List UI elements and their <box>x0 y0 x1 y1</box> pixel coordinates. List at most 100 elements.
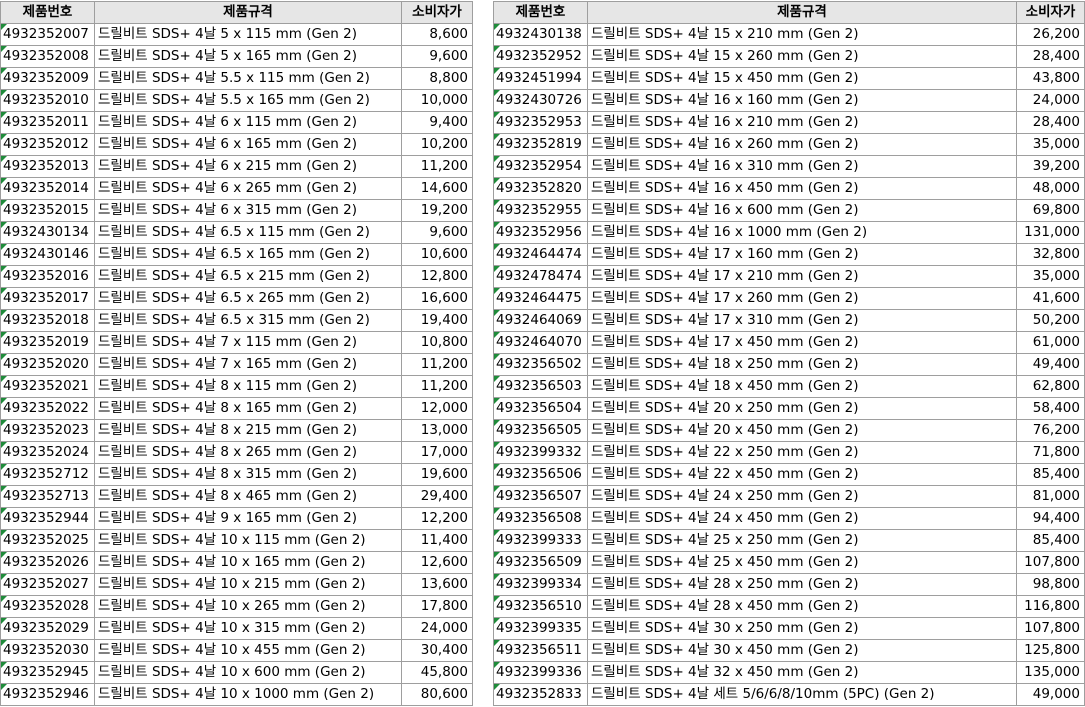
price-cell[interactable]: 11,200 <box>401 375 473 398</box>
product-spec-cell[interactable]: 드릴비트 SDS+ 4날 28 x 250 mm (Gen 2) <box>586 573 1018 596</box>
product-code-cell[interactable]: 4932356504 <box>493 397 588 420</box>
product-spec-cell[interactable]: 드릴비트 SDS+ 4날 6.5 x 165 mm (Gen 2) <box>94 243 402 266</box>
price-cell[interactable]: 80,600 <box>401 683 473 706</box>
product-code-cell[interactable]: 4932352713 <box>0 485 95 508</box>
price-cell[interactable]: 26,200 <box>1016 23 1085 46</box>
price-cell[interactable]: 49,000 <box>1016 683 1085 706</box>
product-spec-cell[interactable]: 드릴비트 SDS+ 4날 25 x 250 mm (Gen 2) <box>586 529 1018 552</box>
product-code-cell[interactable]: 4932430726 <box>493 89 588 112</box>
product-spec-cell[interactable]: 드릴비트 SDS+ 4날 20 x 450 mm (Gen 2) <box>586 419 1018 442</box>
product-spec-cell[interactable]: 드릴비트 SDS+ 4날 30 x 450 mm (Gen 2) <box>586 639 1018 662</box>
price-cell[interactable]: 61,000 <box>1016 331 1085 354</box>
product-spec-cell[interactable]: 드릴비트 SDS+ 4날 15 x 260 mm (Gen 2) <box>586 45 1018 68</box>
product-spec-cell[interactable]: 드릴비트 SDS+ 4날 16 x 600 mm (Gen 2) <box>586 199 1018 222</box>
product-code-cell[interactable]: 4932399335 <box>493 617 588 640</box>
product-spec-cell[interactable]: 드릴비트 SDS+ 4날 10 x 115 mm (Gen 2) <box>94 529 402 552</box>
product-code-cell[interactable]: 4932352029 <box>0 617 95 640</box>
price-cell[interactable]: 50,200 <box>1016 309 1085 332</box>
product-spec-cell[interactable]: 드릴비트 SDS+ 4날 8 x 115 mm (Gen 2) <box>94 375 402 398</box>
product-code-cell[interactable]: 4932352028 <box>0 595 95 618</box>
price-cell[interactable]: 76,200 <box>1016 419 1085 442</box>
price-cell[interactable]: 29,400 <box>401 485 473 508</box>
price-cell[interactable]: 14,600 <box>401 177 473 200</box>
header-code[interactable]: 제품번호 <box>493 1 588 24</box>
product-code-cell[interactable]: 4932399336 <box>493 661 588 684</box>
price-cell[interactable]: 48,000 <box>1016 177 1085 200</box>
product-spec-cell[interactable]: 드릴비트 SDS+ 4날 8 x 165 mm (Gen 2) <box>94 397 402 420</box>
product-spec-cell[interactable]: 드릴비트 SDS+ 4날 7 x 165 mm (Gen 2) <box>94 353 402 376</box>
price-cell[interactable]: 10,000 <box>401 89 473 112</box>
product-code-cell[interactable]: 4932356509 <box>493 551 588 574</box>
product-code-cell[interactable]: 4932352946 <box>0 683 95 706</box>
price-cell[interactable]: 9,600 <box>401 45 473 68</box>
product-code-cell[interactable]: 4932356507 <box>493 485 588 508</box>
header-code[interactable]: 제품번호 <box>0 1 95 24</box>
price-cell[interactable]: 125,800 <box>1016 639 1085 662</box>
price-cell[interactable]: 58,400 <box>1016 397 1085 420</box>
price-cell[interactable]: 17,800 <box>401 595 473 618</box>
price-cell[interactable]: 41,600 <box>1016 287 1085 310</box>
product-spec-cell[interactable]: 드릴비트 SDS+ 4날 18 x 250 mm (Gen 2) <box>586 353 1018 376</box>
product-code-cell[interactable]: 4932356510 <box>493 595 588 618</box>
product-code-cell[interactable]: 4932430146 <box>0 243 95 266</box>
product-code-cell[interactable]: 4932352952 <box>493 45 588 68</box>
product-code-cell[interactable]: 4932352020 <box>0 353 95 376</box>
price-cell[interactable]: 24,000 <box>401 617 473 640</box>
price-cell[interactable]: 135,000 <box>1016 661 1085 684</box>
price-cell[interactable]: 49,400 <box>1016 353 1085 376</box>
product-spec-cell[interactable]: 드릴비트 SDS+ 4날 10 x 165 mm (Gen 2) <box>94 551 402 574</box>
price-cell[interactable]: 28,400 <box>1016 45 1085 68</box>
price-cell[interactable]: 16,600 <box>401 287 473 310</box>
product-spec-cell[interactable]: 드릴비트 SDS+ 4날 25 x 450 mm (Gen 2) <box>586 551 1018 574</box>
price-cell[interactable]: 8,800 <box>401 67 473 90</box>
product-code-cell[interactable]: 4932352009 <box>0 67 95 90</box>
product-code-cell[interactable]: 4932352023 <box>0 419 95 442</box>
product-code-cell[interactable]: 4932464069 <box>493 309 588 332</box>
product-spec-cell[interactable]: 드릴비트 SDS+ 4날 6 x 165 mm (Gen 2) <box>94 133 402 156</box>
product-code-cell[interactable]: 4932352021 <box>0 375 95 398</box>
product-code-cell[interactable]: 4932352833 <box>493 683 588 706</box>
product-code-cell[interactable]: 4932356505 <box>493 419 588 442</box>
product-spec-cell[interactable]: 드릴비트 SDS+ 4날 17 x 260 mm (Gen 2) <box>586 287 1018 310</box>
product-spec-cell[interactable]: 드릴비트 SDS+ 4날 16 x 450 mm (Gen 2) <box>586 177 1018 200</box>
price-cell[interactable]: 98,800 <box>1016 573 1085 596</box>
price-cell[interactable]: 45,800 <box>401 661 473 684</box>
product-code-cell[interactable]: 4932356506 <box>493 463 588 486</box>
product-spec-cell[interactable]: 드릴비트 SDS+ 4날 6.5 x 315 mm (Gen 2) <box>94 309 402 332</box>
price-cell[interactable]: 8,600 <box>401 23 473 46</box>
product-spec-cell[interactable]: 드릴비트 SDS+ 4날 28 x 450 mm (Gen 2) <box>586 595 1018 618</box>
product-code-cell[interactable]: 4932352017 <box>0 287 95 310</box>
product-code-cell[interactable]: 4932352024 <box>0 441 95 464</box>
product-code-cell[interactable]: 4932356508 <box>493 507 588 530</box>
product-spec-cell[interactable]: 드릴비트 SDS+ 4날 6.5 x 215 mm (Gen 2) <box>94 265 402 288</box>
product-spec-cell[interactable]: 드릴비트 SDS+ 4날 8 x 215 mm (Gen 2) <box>94 419 402 442</box>
header-spec[interactable]: 제품규격 <box>586 1 1018 24</box>
product-spec-cell[interactable]: 드릴비트 SDS+ 4날 24 x 450 mm (Gen 2) <box>586 507 1018 530</box>
price-cell[interactable]: 9,600 <box>401 221 473 244</box>
product-spec-cell[interactable]: 드릴비트 SDS+ 4날 20 x 250 mm (Gen 2) <box>586 397 1018 420</box>
price-cell[interactable]: 62,800 <box>1016 375 1085 398</box>
product-code-cell[interactable]: 4932356503 <box>493 375 588 398</box>
product-spec-cell[interactable]: 드릴비트 SDS+ 4날 17 x 450 mm (Gen 2) <box>586 331 1018 354</box>
price-cell[interactable]: 10,600 <box>401 243 473 266</box>
product-code-cell[interactable]: 4932352819 <box>493 133 588 156</box>
price-cell[interactable]: 32,800 <box>1016 243 1085 266</box>
product-spec-cell[interactable]: 드릴비트 SDS+ 4날 7 x 115 mm (Gen 2) <box>94 331 402 354</box>
product-code-cell[interactable]: 4932352022 <box>0 397 95 420</box>
product-spec-cell[interactable]: 드릴비트 SDS+ 4날 16 x 310 mm (Gen 2) <box>586 155 1018 178</box>
price-cell[interactable]: 12,000 <box>401 397 473 420</box>
price-cell[interactable]: 12,600 <box>401 551 473 574</box>
product-spec-cell[interactable]: 드릴비트 SDS+ 4날 6.5 x 115 mm (Gen 2) <box>94 221 402 244</box>
product-code-cell[interactable]: 4932352712 <box>0 463 95 486</box>
price-cell[interactable]: 13,600 <box>401 573 473 596</box>
product-spec-cell[interactable]: 드릴비트 SDS+ 4날 17 x 160 mm (Gen 2) <box>586 243 1018 266</box>
price-cell[interactable]: 12,800 <box>401 265 473 288</box>
product-code-cell[interactable]: 4932352027 <box>0 573 95 596</box>
product-code-cell[interactable]: 4932352955 <box>493 199 588 222</box>
product-code-cell[interactable]: 4932464475 <box>493 287 588 310</box>
product-spec-cell[interactable]: 드릴비트 SDS+ 4날 17 x 210 mm (Gen 2) <box>586 265 1018 288</box>
product-code-cell[interactable]: 4932430134 <box>0 221 95 244</box>
product-code-cell[interactable]: 4932352008 <box>0 45 95 68</box>
price-cell[interactable]: 35,000 <box>1016 265 1085 288</box>
product-code-cell[interactable]: 4932352012 <box>0 133 95 156</box>
